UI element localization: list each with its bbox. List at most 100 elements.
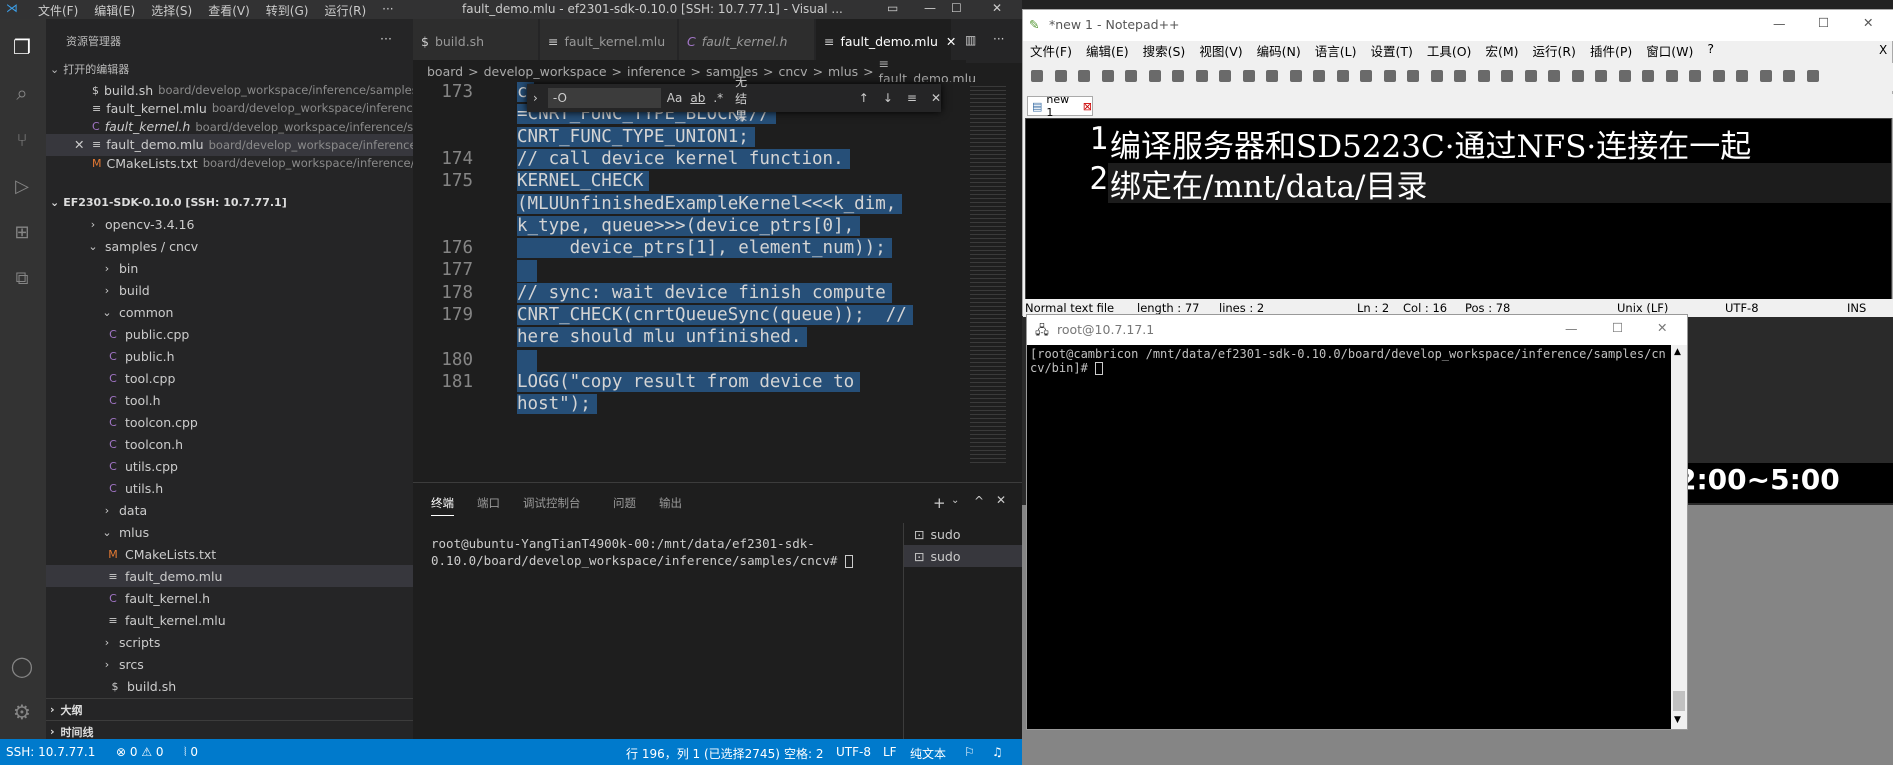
tree-item[interactable]: ⌄ common	[46, 301, 413, 323]
menu-item[interactable]: 文件(F)	[1023, 41, 1079, 61]
open-editor-item[interactable]: M CMakeLists.txt board/develop_workspace/i…	[46, 152, 413, 174]
new-terminal-icon[interactable]: +	[933, 494, 946, 512]
doc-map-icon[interactable]	[1548, 70, 1560, 82]
menu-item[interactable]: 转到(G)	[258, 2, 317, 19]
panel-tab[interactable]: 端口	[477, 495, 500, 511]
tree-item[interactable]: Ctoolcon.h	[46, 433, 413, 455]
scroll-down-icon[interactable]: ▼	[1674, 715, 1681, 725]
toggle-replace-icon[interactable]: ›	[533, 91, 538, 105]
tree-item[interactable]: Cfault_kernel.h	[46, 587, 413, 609]
tree-item[interactable]: ⌄ mlus	[46, 521, 413, 543]
menu-item[interactable]: 窗口(W)	[1639, 41, 1700, 61]
tree-item[interactable]: Cutils.cpp	[46, 455, 413, 477]
account-icon[interactable]: ◯	[7, 651, 37, 681]
putty-terminal[interactable]: [root@cambricon /mnt/data/ef2301-sdk-0.1…	[1030, 347, 1670, 375]
maximize-icon[interactable]: ☐	[1818, 15, 1829, 30]
sync-h-icon[interactable]	[1430, 70, 1443, 82]
match-word-icon[interactable]: ab	[690, 91, 705, 105]
previous-match-icon[interactable]: ↑	[859, 91, 869, 105]
more-actions-icon[interactable]: ···	[993, 32, 1004, 46]
menu-item[interactable]: 文件(F)	[30, 2, 86, 19]
menu-item[interactable]: 工具(O)	[1420, 41, 1479, 61]
menu-item[interactable]: ?	[1700, 41, 1721, 61]
indentation[interactable]: 空格: 2	[784, 745, 824, 762]
list-icon[interactable]	[1806, 70, 1819, 82]
scroll-thumb[interactable]	[1673, 691, 1685, 711]
maximize-icon[interactable]: ☐	[1612, 320, 1623, 335]
outline-header[interactable]: › 大纲	[46, 698, 413, 720]
tree-item[interactable]: › build	[46, 279, 413, 301]
menu-item[interactable]: 编辑(E)	[1079, 41, 1136, 61]
panel-tab[interactable]: 终端	[431, 495, 454, 516]
breadcrumb-item[interactable]: develop_workspace	[484, 64, 607, 79]
panel-tab[interactable]: 问题	[613, 495, 636, 511]
close-icon[interactable]	[1125, 70, 1137, 82]
close-all-icon[interactable]	[1148, 70, 1161, 82]
problems-indicator[interactable]: ⊗ 0 ⚠ 0	[116, 745, 164, 759]
wrap-icon[interactable]	[1454, 70, 1466, 82]
notepad-tab-new1[interactable]: ▤ new 1 ⊠	[1027, 93, 1093, 119]
close-icon[interactable]: ✕	[1863, 15, 1873, 30]
redo-icon[interactable]	[1289, 70, 1302, 82]
menu-item[interactable]: 搜索(S)	[1136, 41, 1193, 61]
minimize-icon[interactable]: —	[1773, 16, 1786, 31]
zoom-out-icon[interactable]	[1383, 70, 1396, 82]
minimap[interactable]	[966, 82, 1013, 482]
save-all-icon[interactable]	[1101, 70, 1114, 82]
stop-icon[interactable]	[1665, 70, 1678, 82]
undo-icon[interactable]	[1266, 70, 1278, 82]
close-panel-icon[interactable]: ✕	[996, 493, 1006, 507]
menu-item[interactable]: 编码(N)	[1250, 41, 1308, 61]
tree-item[interactable]: › scripts	[46, 631, 413, 653]
menu-item[interactable]: 宏(M)	[1478, 41, 1525, 61]
indent-guide-icon[interactable]	[1501, 70, 1513, 82]
close-editor-icon[interactable]: ✕	[74, 137, 84, 152]
language-mode[interactable]: 纯文本	[910, 745, 946, 762]
settings-gear-icon[interactable]: ⚙	[7, 697, 37, 727]
split-editor-icon[interactable]: ▥	[965, 33, 976, 47]
breadcrumb-item[interactable]: inference	[627, 64, 686, 79]
end-of-line[interactable]: LF	[883, 745, 897, 759]
open-editors-header[interactable]: ⌄ 打开的编辑器	[46, 58, 413, 80]
putty-scrollbar[interactable]: ▲ ▼	[1671, 345, 1687, 729]
maximize-panel-icon[interactable]: ^	[974, 494, 984, 508]
menu-item[interactable]: 运行(R)	[316, 2, 374, 19]
menu-item[interactable]: 编辑(E)	[86, 2, 143, 19]
menu-item[interactable]: 设置(T)	[1363, 41, 1419, 61]
close-tab-icon[interactable]: ✕	[946, 34, 956, 49]
breadcrumb-item[interactable]: board	[427, 64, 463, 79]
zoom-in-icon[interactable]	[1360, 70, 1372, 82]
terminal-output[interactable]: root@ubuntu-YangTianT4900k-00:/mnt/data/…	[431, 535, 911, 569]
tree-item[interactable]: ≡ fault_demo.mlu	[46, 565, 413, 587]
menu-item[interactable]: 语言(L)	[1308, 41, 1364, 61]
more-actions-icon[interactable]: ···	[380, 31, 392, 46]
new-file-icon[interactable]	[1031, 70, 1043, 82]
copy-icon[interactable]	[1219, 70, 1231, 82]
print-icon[interactable]	[1172, 70, 1184, 82]
code-editor[interactable]: 173 c =CNRT_FUNC_TYPE_BLOCK;//CNRT_FUNC_TY…	[413, 82, 966, 482]
tree-item[interactable]: Cpublic.cpp	[46, 323, 413, 345]
tree-item[interactable]: Ctoolcon.cpp	[46, 411, 413, 433]
all-chars-icon[interactable]	[1477, 70, 1490, 82]
close-tab-icon[interactable]: ⊠	[1083, 100, 1092, 113]
close-doc-icon[interactable]: X	[1879, 43, 1887, 57]
extensions-icon[interactable]: ⊞	[7, 217, 37, 247]
tree-item[interactable]: Cutils.h	[46, 477, 413, 499]
next-match-icon[interactable]: ↓	[883, 91, 893, 105]
replace-icon[interactable]	[1336, 70, 1349, 82]
find-in-selection-icon[interactable]: ≡	[907, 91, 917, 105]
tree-item[interactable]: Ctool.h	[46, 389, 413, 411]
breadcrumb-item[interactable]: cncv	[778, 64, 807, 79]
tab-fault-kernel-h[interactable]: Cfault_kernel.h	[679, 19, 815, 63]
match-case-icon[interactable]: Aa	[667, 91, 683, 105]
func-list-icon[interactable]	[1571, 70, 1584, 82]
paste-icon[interactable]	[1242, 70, 1255, 82]
menu-item[interactable]: 选择(S)	[143, 2, 200, 19]
minimize-icon[interactable]: —	[1565, 321, 1578, 336]
play-multi-icon[interactable]	[1712, 70, 1725, 82]
terminal-instance[interactable]: ⊡ sudo	[904, 545, 1022, 567]
remote-explorer-icon[interactable]: ⧉	[7, 263, 37, 293]
find-icon[interactable]	[1313, 70, 1325, 82]
tab-fault-kernel-mlu[interactable]: ≡ fault_kernel.mlu	[540, 19, 678, 63]
tree-item[interactable]: ⌄ samples / cncv	[46, 235, 413, 257]
